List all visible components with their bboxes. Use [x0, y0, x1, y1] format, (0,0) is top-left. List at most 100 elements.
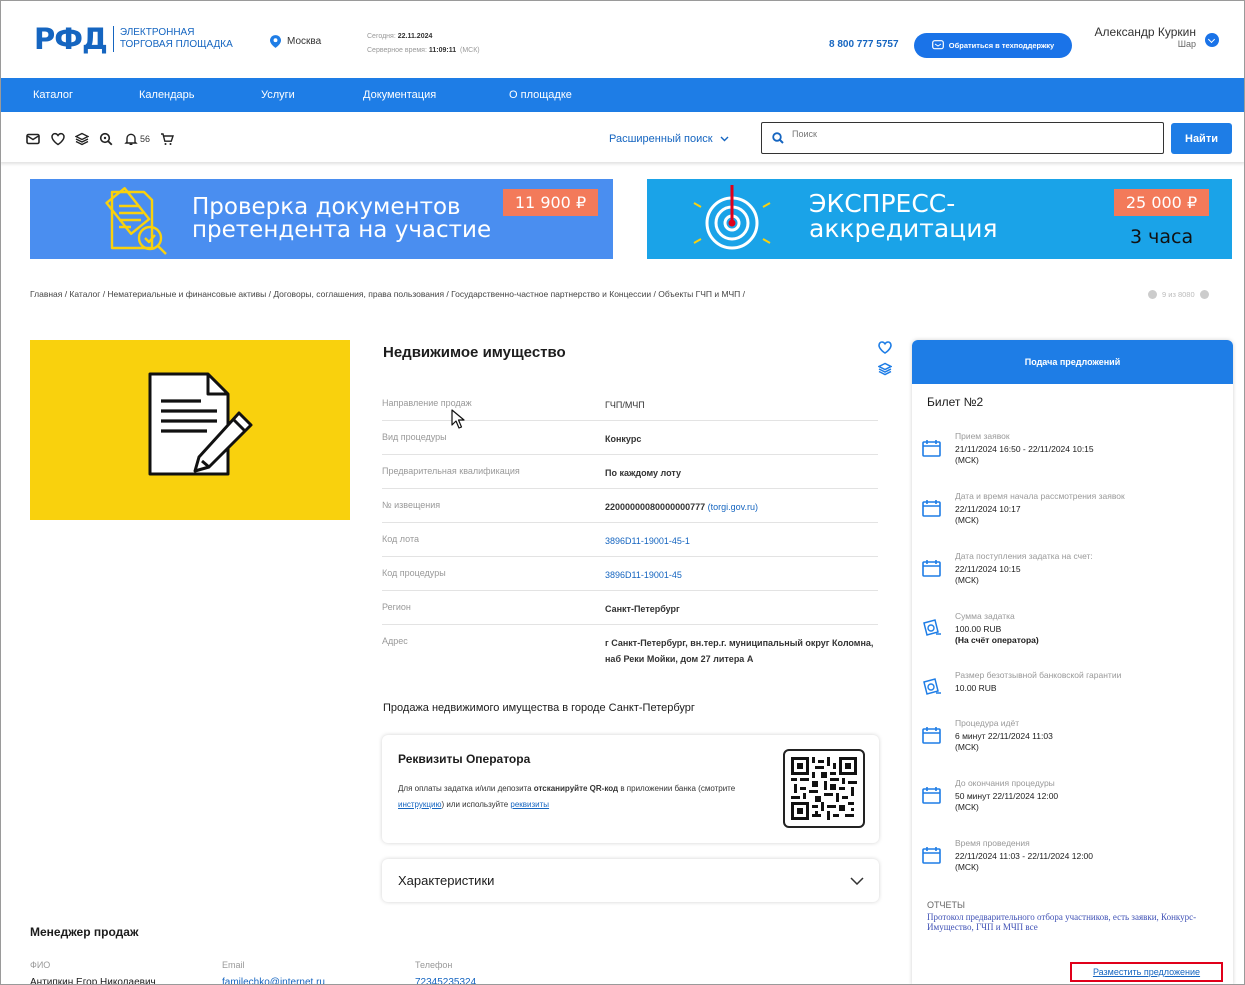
- detail-label: Код процедуры: [382, 568, 446, 578]
- manager-email-label: Email: [222, 960, 245, 970]
- zoom-search-icon[interactable]: [99, 132, 113, 146]
- find-button[interactable]: Найти: [1171, 123, 1232, 154]
- user-dropdown-chevron-icon[interactable]: [1205, 33, 1219, 47]
- detail-label: Адрес: [382, 636, 408, 646]
- detail-row: № извещения 22000000080000000777 (torgi.…: [382, 489, 878, 523]
- banner-duration: 3 часа: [1130, 226, 1194, 248]
- layers-icon[interactable]: [75, 132, 89, 146]
- bell-icon[interactable]: [124, 132, 138, 146]
- calendar-icon: [922, 560, 941, 577]
- requisites-link[interactable]: реквизиты: [510, 800, 549, 809]
- money-icon: [923, 619, 941, 636]
- notice-number: 22000000080000000777: [605, 502, 706, 512]
- detail-value: 22000000080000000777 (torgi.gov.ru): [605, 499, 875, 515]
- banner-express-accreditation[interactable]: ЭКСПРЕСС- аккредитация 25 000 ₽ 3 часа: [647, 179, 1232, 259]
- prev-arrow-icon[interactable]: [1148, 290, 1157, 299]
- support-button[interactable]: Обратиться в техподдержку: [914, 33, 1072, 58]
- user-name: Александр Куркин: [1094, 25, 1196, 39]
- lot-actions: [877, 341, 894, 381]
- site-logo[interactable]: РФД ЭЛЕКТРОННАЯ ТОРГОВАЯ ПЛОЩАДКА: [34, 24, 233, 54]
- logo-text: ЭЛЕКТРОННАЯ ТОРГОВАЯ ПЛОЩАДКА: [119, 27, 233, 50]
- detail-label: Вид процедуры: [382, 432, 447, 442]
- banner-title-2: ЭКСПРЕСС- аккредитация: [809, 189, 998, 243]
- heart-icon[interactable]: [51, 132, 65, 146]
- nav-item-catalog[interactable]: Каталог: [33, 89, 73, 101]
- card-text: Для оплаты задатка и/или депозита отскан…: [398, 784, 736, 809]
- manager-fio: Антипкин Егор Николаевич: [30, 977, 156, 985]
- banner-title-1: Проверка документов претендента на участ…: [192, 194, 492, 243]
- server-time: 11:09:11: [428, 47, 457, 54]
- support-button-label: Обратиться в техподдержку: [948, 41, 1055, 50]
- calendar-icon: [922, 787, 941, 804]
- detail-value: г Санкт-Петербург, вн.тер.г. муниципальн…: [605, 638, 874, 664]
- instruction-link[interactable]: инструкцию: [398, 800, 441, 809]
- banner-price-2: 25 000 ₽: [1114, 189, 1209, 216]
- city-selector[interactable]: Москва: [270, 35, 321, 48]
- detail-row: Код процедуры 3896D11-19001-45: [382, 557, 878, 591]
- detail-row: Регион Санкт-Петербург: [382, 591, 878, 625]
- nav-item-services[interactable]: Услуги: [261, 89, 295, 101]
- banner-document-check[interactable]: Проверка документов претендента на участ…: [30, 179, 613, 259]
- detail-label: Направление продаж: [382, 398, 472, 408]
- toolbar: 56 Расширенный поиск Найти: [0, 112, 1245, 162]
- favorite-heart-icon[interactable]: [878, 341, 892, 354]
- torgi-link[interactable]: (torgi.gov.ru): [708, 502, 758, 512]
- pager-text: 9 из 8080: [1162, 290, 1195, 299]
- nav-item-documentation[interactable]: Документация: [363, 89, 436, 101]
- lot-code-link[interactable]: 3896D11-19001-45-1: [605, 533, 875, 549]
- characteristics-accordion[interactable]: Характеристики: [382, 859, 879, 902]
- detail-label: № извещения: [382, 500, 441, 510]
- reports-label: ОТЧЕТЫ: [927, 900, 965, 910]
- place-offer-button[interactable]: Разместить предложение: [1070, 962, 1223, 982]
- breadcrumb[interactable]: Главная / Каталог / Нематериальные и фин…: [30, 289, 745, 299]
- banner-price-1: 11 900 ₽: [503, 189, 598, 216]
- report-protocol-link[interactable]: Протокол предварительного отбора участни…: [927, 912, 1217, 932]
- calendar-icon: [922, 440, 941, 457]
- sale-description: Продажа недвижимого имущества в городе С…: [383, 702, 695, 714]
- place-offer-label: Разместить предложение: [1092, 967, 1201, 977]
- today-date: 22.11.2024: [397, 33, 433, 40]
- offers-sidebar: Подача предложений Билет №2 Прием заявок…: [912, 340, 1233, 985]
- compare-layers-icon[interactable]: [877, 362, 893, 376]
- operator-requisites-card: Реквизиты Оператора Для оплаты задатка и…: [382, 735, 879, 843]
- ticket-title: Билет №2: [927, 395, 984, 409]
- header: РФД ЭЛЕКТРОННАЯ ТОРГОВАЯ ПЛОЩАДКА Москва…: [0, 0, 1245, 78]
- detail-row: Предварительная квалификация По каждому …: [382, 455, 878, 489]
- chevron-down-icon: [850, 877, 864, 885]
- procedure-code-link[interactable]: 3896D11-19001-45: [605, 567, 875, 583]
- document-edit-icon: [148, 372, 253, 476]
- manager-phone-link[interactable]: 72345235324: [415, 977, 476, 985]
- notifications-count: 56: [140, 134, 151, 144]
- search-box: [761, 122, 1164, 154]
- chevron-down-icon: [720, 136, 729, 142]
- detail-value: ГЧП/МЧП: [605, 400, 645, 410]
- mail-icon[interactable]: [26, 132, 40, 146]
- card-title: Реквизиты Оператора: [398, 752, 531, 766]
- user-menu[interactable]: Александр Куркин Шар: [1088, 25, 1196, 49]
- search-input[interactable]: [792, 129, 1152, 139]
- lot-details-table: Направление продаж ГЧП/МЧП Вид процедуры…: [382, 387, 878, 673]
- calendar-icon: [922, 847, 941, 864]
- date-time-block: Сегодня: 22.11.2024 Серверное время: 11:…: [367, 33, 480, 54]
- advanced-search-toggle[interactable]: Расширенный поиск: [609, 133, 729, 145]
- nav-item-calendar[interactable]: Календарь: [139, 89, 195, 101]
- manager-phone-label: Телефон: [415, 960, 453, 970]
- target-icon: [693, 185, 771, 250]
- detail-label: Предварительная квалификация: [382, 466, 520, 476]
- detail-value: Конкурс: [605, 434, 642, 444]
- logo-mark: РФД: [34, 22, 108, 56]
- message-icon: [931, 40, 944, 50]
- detail-label: Регион: [382, 602, 411, 612]
- qr-code: [783, 749, 865, 828]
- search-icon: [772, 132, 784, 144]
- cart-icon[interactable]: [160, 132, 174, 146]
- support-phone[interactable]: 8 800 777 5757: [829, 39, 899, 50]
- calendar-icon: [922, 500, 941, 517]
- next-arrow-icon[interactable]: [1199, 290, 1209, 299]
- location-pin-icon: [270, 35, 281, 48]
- nav-item-about[interactable]: О площадке: [509, 89, 572, 101]
- user-subtitle: Шар: [1177, 39, 1196, 49]
- detail-value: Санкт-Петербург: [605, 604, 680, 614]
- calendar-icon: [922, 727, 941, 744]
- manager-email-link[interactable]: familechko@internet.ru: [222, 977, 325, 985]
